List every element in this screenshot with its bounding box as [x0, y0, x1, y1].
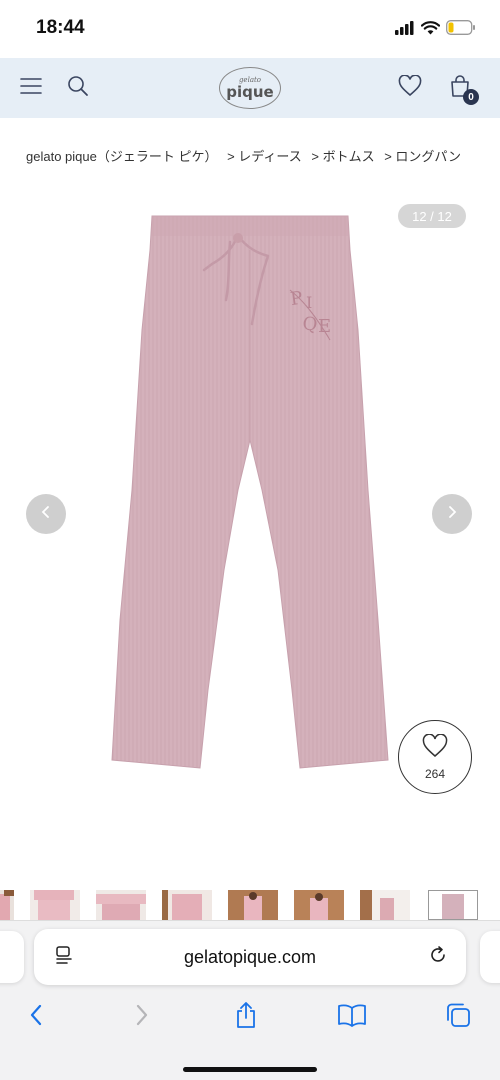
thumbnail-strip [0, 890, 500, 920]
heart-icon [422, 732, 448, 763]
url-text[interactable]: gelatopique.com [34, 929, 466, 985]
breadcrumb-item[interactable]: > レディース [227, 149, 302, 164]
share-button[interactable] [226, 997, 266, 1037]
status-icons [395, 20, 476, 40]
site-header: gelato pique 0 [0, 58, 500, 118]
prev-image-button[interactable] [26, 494, 66, 534]
battery-icon [446, 20, 476, 40]
product-gallery[interactable]: P I Q E 12 / 12 264 [0, 190, 500, 880]
wifi-icon [420, 20, 441, 40]
favorites-button[interactable] [394, 72, 426, 104]
reader-icon [54, 945, 74, 970]
breadcrumb-item[interactable]: > ロングパン [384, 149, 461, 164]
heart-icon [398, 73, 422, 102]
chevron-right-icon [446, 505, 458, 524]
search-button[interactable] [62, 72, 94, 104]
tabs-icon [445, 1002, 471, 1033]
site-logo[interactable]: gelato pique [219, 67, 281, 109]
logo-main-text: pique [226, 82, 274, 101]
reload-button[interactable] [426, 945, 450, 969]
thumbnail-active[interactable] [428, 890, 478, 920]
thumbnail[interactable] [96, 890, 146, 920]
next-image-button[interactable] [432, 494, 472, 534]
thumbnail[interactable] [360, 890, 410, 920]
status-time: 18:44 [36, 17, 85, 38]
share-icon [234, 1001, 258, 1034]
tabs-button[interactable] [438, 997, 478, 1037]
cart-count-badge: 0 [463, 89, 479, 105]
reload-icon [428, 945, 448, 970]
thumbnail[interactable] [294, 890, 344, 920]
forward-button[interactable] [122, 997, 162, 1037]
browser-chrome: gelatopique.com [0, 920, 500, 1080]
svg-text:E: E [318, 316, 331, 337]
chevron-left-icon [40, 505, 52, 524]
reader-button[interactable] [52, 945, 76, 969]
menu-icon [20, 77, 42, 100]
thumbnail[interactable] [228, 890, 278, 920]
favorite-button[interactable]: 264 [398, 720, 472, 794]
breadcrumb-item[interactable]: gelato pique（ジェラート ピケ） [26, 149, 217, 164]
favorite-count: 264 [424, 766, 446, 781]
menu-button[interactable] [15, 72, 47, 104]
back-arrow-icon [29, 1003, 43, 1032]
browser-toolbar [0, 997, 500, 1043]
breadcrumb-item[interactable]: > ボトムス [311, 149, 374, 164]
thumbnail[interactable] [30, 890, 80, 920]
image-counter: 12 / 12 [398, 204, 466, 228]
forward-arrow-icon [135, 1003, 149, 1032]
next-tab-peek[interactable] [480, 931, 500, 983]
thumbnail[interactable] [0, 890, 14, 920]
back-button[interactable] [16, 997, 56, 1037]
thumbnail[interactable] [162, 890, 212, 920]
book-icon [337, 1003, 367, 1032]
previous-tab-peek[interactable] [0, 931, 24, 983]
svg-text:Q: Q [302, 313, 319, 335]
address-bar[interactable]: gelatopique.com [34, 929, 466, 985]
cart-button[interactable]: 0 [444, 72, 479, 105]
breadcrumb: gelato pique（ジェラート ピケ） > レディース > ボトムス > … [26, 146, 500, 165]
status-bar: 18:44 [0, 0, 500, 58]
signal-icon [395, 20, 415, 40]
bookmarks-button[interactable] [332, 997, 372, 1037]
search-icon [67, 75, 89, 102]
home-indicator [183, 1067, 317, 1072]
